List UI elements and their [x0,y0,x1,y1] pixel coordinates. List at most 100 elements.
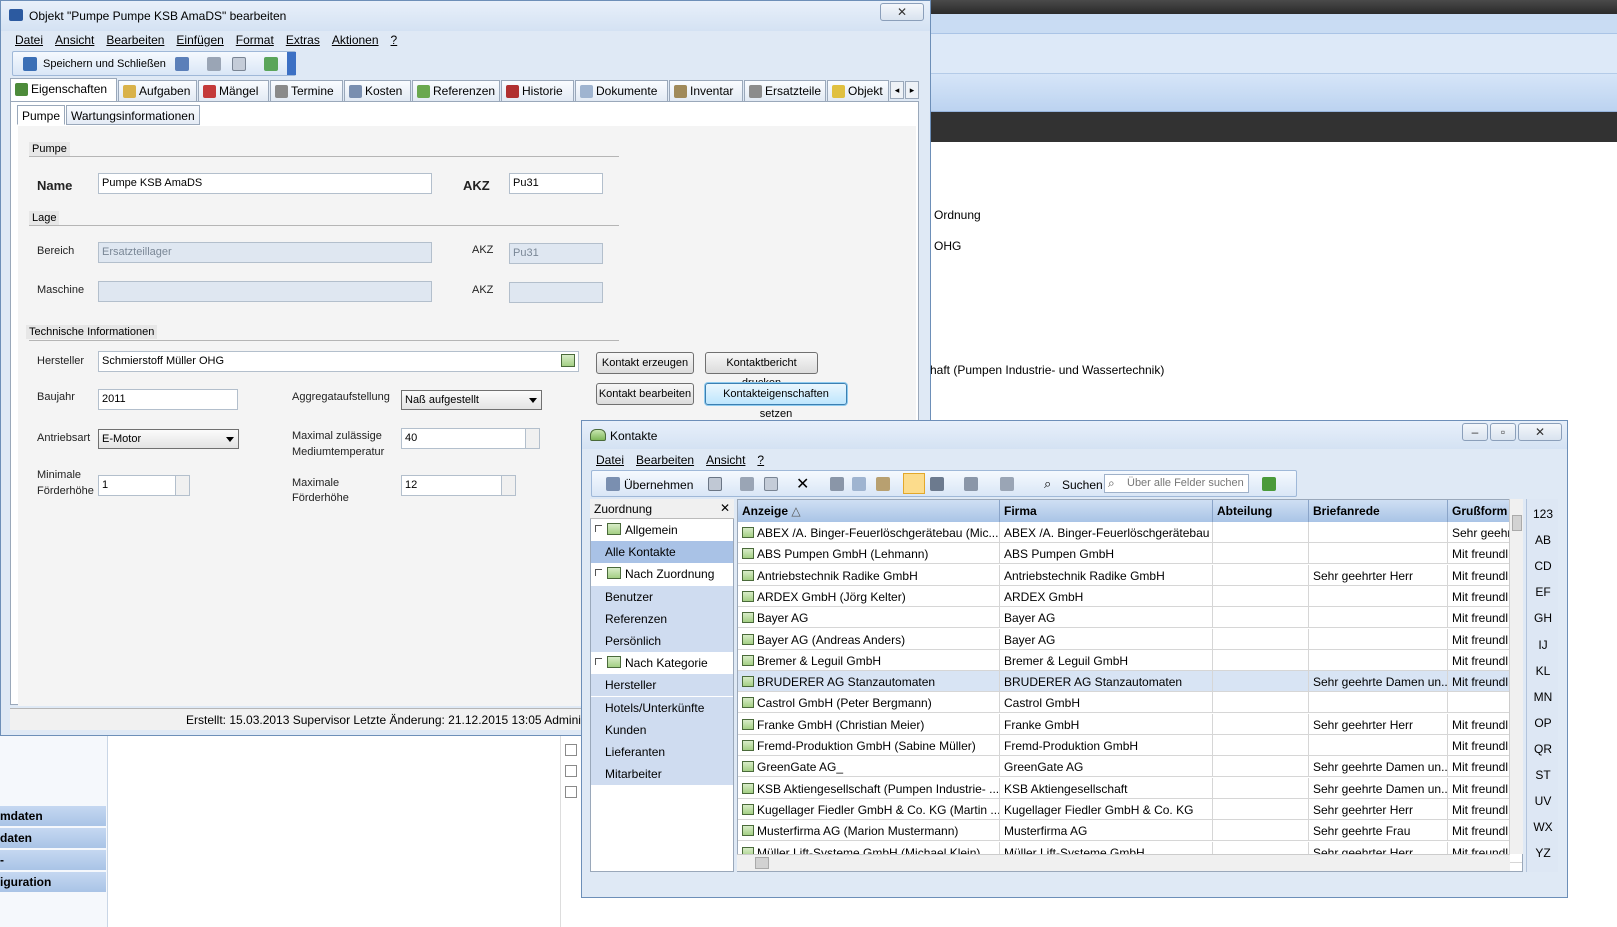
kontaktbericht-drucken-button[interactable]: Kontaktbericht drucken [705,352,818,389]
table-row[interactable]: Musterfirma AG (Marion Mustermann) Muster… [738,820,1522,842]
baujahr-field[interactable]: 2011 [98,389,238,410]
print-preview-icon[interactable] [764,477,778,491]
column-header-anzeige[interactable]: Anzeige △ [738,500,1000,522]
alphabet-index-item[interactable]: YZ [1527,846,1559,860]
alphabet-index-item[interactable]: MN [1527,690,1559,704]
table-row[interactable]: ABS Pumpen GmbH (Lehmann) ABS Pumpen GmbH… [738,543,1522,565]
background-sidebar-item[interactable]: iguration [0,872,106,892]
tab-objekt[interactable]: Objekt [827,80,889,101]
edit-icon[interactable] [708,477,722,491]
kontakteigenschaften-setzen-button[interactable]: Kontakteigenschaften setzen [705,383,847,420]
alphabet-index-item[interactable]: IJ [1527,638,1559,652]
table-row[interactable]: Kugellager Fiedler GmbH & Co. KG (Martin… [738,798,1522,820]
tab-aufgaben[interactable]: Aufgaben [118,80,197,101]
uebernehmen-button[interactable]: Übernehmen [624,478,693,492]
menu-bearbeiten[interactable]: Bearbeiten [630,451,700,467]
tab-scroll-right-icon[interactable]: ▸ [905,81,919,99]
maximize-button[interactable]: ▫ [1490,423,1516,441]
zuordnung-item[interactable]: Nach Zuordnung [591,563,733,586]
bereich-akz-field[interactable]: Pu31 [509,243,603,264]
bereich-field[interactable]: Ersatzteillager [98,242,432,263]
hersteller-field[interactable]: Schmierstoff Müller OHG [98,351,579,372]
subtab-wartungsinformationen[interactable]: Wartungsinformationen [66,105,200,125]
table-row[interactable]: Franke GmbH (Christian Meier) Franke GmbH… [738,713,1522,735]
menu-ansicht[interactable]: Ansicht [700,451,751,467]
antriebsart-select[interactable]: E-Motor [98,429,239,449]
table-row[interactable]: Bayer AG Bayer AG Mit freundl [738,607,1522,629]
print-icon[interactable] [740,477,754,491]
expand-icon[interactable] [595,525,602,532]
save-close-button[interactable]: Speichern und Schließen [43,58,166,70]
alphabet-index-item[interactable]: 123 [1527,507,1559,521]
name-field[interactable]: Pumpe KSB AmaDS [98,173,432,194]
background-checkbox[interactable] [565,744,577,756]
zuordnung-item[interactable]: Mitarbeiter [591,763,733,786]
background-checkbox[interactable] [565,786,577,798]
alphabet-index-item[interactable]: WX [1527,820,1559,834]
zuordnung-item[interactable]: Allgemein [591,519,733,541]
table-row[interactable]: Fremd-Produktion GmbH (Sabine Müller) Fre… [738,735,1522,756]
maschine-field[interactable] [98,281,432,302]
table-row[interactable]: BRUDERER AG Stanzautomaten BRUDERER AG St… [738,671,1522,693]
tab-inventar[interactable]: Inventar [669,80,743,101]
horizontal-scrollbar[interactable] [737,854,1510,871]
close-icon[interactable]: ✕ [720,501,730,515]
print-icon[interactable] [207,57,221,71]
list-view-icon[interactable] [903,473,925,494]
zuordnung-item[interactable]: Alle Kontakte [591,541,733,564]
zuordnung-item[interactable]: Nach Kategorie [591,652,733,675]
search-input[interactable]: Über alle Felder suchen [1104,474,1249,493]
subtab-pumpe[interactable]: Pumpe [17,105,66,125]
table-row[interactable]: ARDEX GmbH (Jörg Kelter) ARDEX GmbH Mit fr… [738,585,1522,607]
table-row[interactable]: KSB Aktiengesellschaft (Pumpen Industrie… [738,777,1522,799]
zuordnung-item[interactable]: Lieferanten [591,741,733,763]
menu-help[interactable]: ? [751,451,770,467]
alphabet-index-item[interactable]: ST [1527,768,1559,782]
tab-eigenschaften[interactable]: Eigenschaften [10,78,117,101]
suchen-button[interactable]: Suchen [1062,478,1103,492]
refresh-icon[interactable] [264,57,278,71]
menu-ansicht[interactable]: Ansicht [49,31,100,47]
column-header-abteilung[interactable]: Abteilung [1213,500,1309,522]
delete-icon[interactable]: ✕ [796,474,809,494]
paste-icon[interactable] [876,477,890,491]
menu-format[interactable]: Format [230,31,280,47]
zuordnung-item[interactable]: Benutzer [591,585,733,608]
print-preview-icon[interactable] [232,57,246,71]
alphabet-index-item[interactable]: AB [1527,533,1559,547]
maxtemp-spin-icon[interactable] [525,429,539,448]
save-variant-icon[interactable] [175,57,189,71]
menu-einfuegen[interactable]: Einfügen [170,31,229,47]
contacts-close-button[interactable]: ✕ [1518,423,1562,441]
zuordnung-item[interactable]: Kunden [591,718,733,741]
menu-datei[interactable]: Datei [590,451,630,467]
background-sidebar-item[interactable]: daten [0,828,106,848]
tree-view-icon[interactable] [930,477,944,491]
menu-extras[interactable]: Extras [280,31,326,47]
minimize-button[interactable]: – [1462,423,1488,441]
background-sidebar-item[interactable]: mdaten [0,806,106,826]
tab-kosten[interactable]: Kosten [344,80,411,101]
export-icon[interactable] [964,477,978,491]
zuordnung-item[interactable]: Persönlich [591,630,733,652]
maxfh-spin-icon[interactable] [501,476,515,495]
menu-bearbeiten[interactable]: Bearbeiten [100,31,170,47]
tab-termine[interactable]: Termine [270,80,343,101]
alphabet-index-item[interactable]: GH [1527,611,1559,625]
kontakt-erzeugen-button[interactable]: Kontakt erzeugen [596,352,694,374]
alphabet-index-item[interactable]: OP [1527,716,1559,730]
background-checkbox[interactable] [565,765,577,777]
table-row[interactable]: Castrol GmbH (Peter Bergmann) Castrol Gmb… [738,692,1522,714]
akz-field[interactable]: Pu31 [509,173,603,194]
zuordnung-item[interactable]: Hersteller [591,674,733,697]
alphabet-index-item[interactable]: QR [1527,742,1559,756]
tab-ersatzteile[interactable]: Ersatzteile [744,80,826,101]
copy-icon[interactable] [852,477,866,491]
close-button[interactable]: ✕ [880,3,924,21]
tab-referenzen[interactable]: Referenzen [412,80,500,101]
vertical-scrollbar[interactable] [1509,499,1523,854]
zuordnung-item[interactable]: Hotels/Unterkünfte [591,696,733,719]
table-row[interactable]: Antriebstechnik Radike GmbH Antriebstechn… [738,564,1522,586]
contact-card-icon[interactable] [561,354,575,367]
tab-historie[interactable]: Historie [501,80,574,101]
